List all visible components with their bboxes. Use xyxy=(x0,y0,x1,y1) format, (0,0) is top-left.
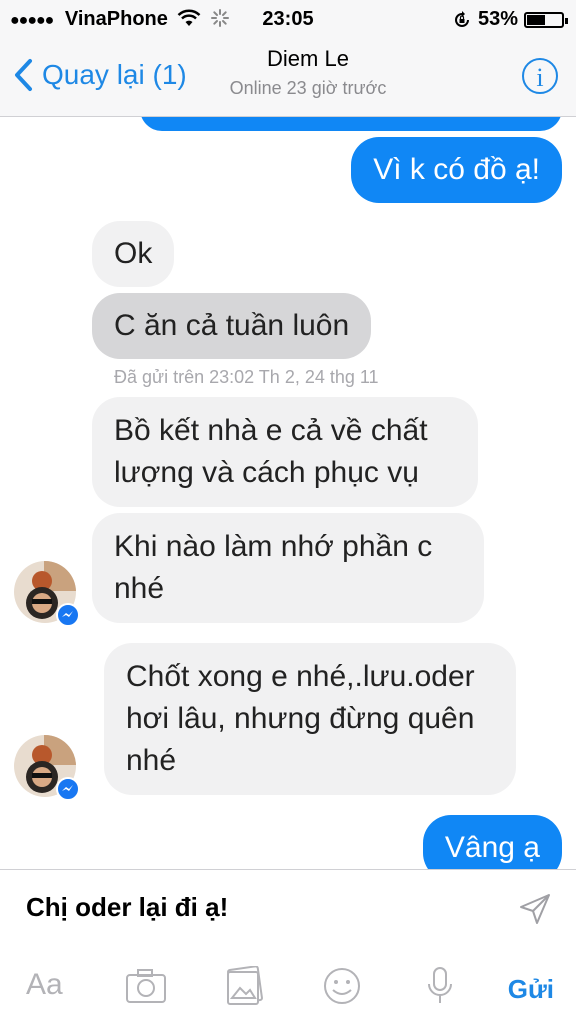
camera-icon[interactable] xyxy=(124,966,168,1006)
message-bubble-in[interactable]: Ok xyxy=(92,221,175,287)
send-arrow-icon[interactable] xyxy=(518,892,552,926)
battery-tip xyxy=(565,17,568,24)
presence-status: Online 23 giờ trước xyxy=(229,78,387,98)
back-label: Quay lại (1) xyxy=(42,59,187,90)
message-list[interactable]: Vì k có đồ ạ! Ok C ăn cả tuần luôn Đã gử… xyxy=(0,117,576,869)
status-bar: ●●●●● VinaPhone 23:05 53% xyxy=(0,0,576,38)
message-text: Ok xyxy=(114,237,153,270)
back-button[interactable]: Quay lại (1) xyxy=(12,58,187,92)
text-format-button[interactable]: Aa xyxy=(26,968,63,1002)
back-chevron-icon xyxy=(15,59,32,91)
message-timestamp: Đã gửi trên 23:02 Th 2, 24 thg 11 xyxy=(114,367,379,387)
battery-fill xyxy=(527,14,545,25)
message-bubble-in-selected[interactable]: C ăn cả tuần luôn xyxy=(92,293,372,359)
info-icon[interactable]: i xyxy=(522,58,558,94)
message-bubble-partial xyxy=(140,117,562,131)
nav-bar: Quay lại (1) Diem Le Online 23 giờ trước… xyxy=(0,38,576,117)
battery-icon xyxy=(524,11,568,28)
message-text: Bồ kết nhà e cả về chất lượng và cách ph… xyxy=(114,414,428,489)
status-right: 53% xyxy=(452,8,568,31)
message-text: Chốt xong e nhé,.lưu.oder hơi lâu, nhưng… xyxy=(126,660,475,777)
rotation-lock-icon xyxy=(455,10,469,27)
message-text: Khi nào làm nhớ phần c nhé xyxy=(114,530,433,605)
composer-toolbar: Aa xyxy=(0,960,576,1020)
message-input[interactable]: Chị oder lại đi ạ! xyxy=(26,892,228,923)
microphone-icon[interactable] xyxy=(418,966,462,1006)
message-bubble-in[interactable]: Chốt xong e nhé,.lưu.oder hơi lâu, nhưng… xyxy=(104,643,516,795)
message-bubble-out[interactable]: Vâng ạ xyxy=(422,815,562,869)
messenger-badge-icon xyxy=(56,777,80,801)
message-text: Vì k có đồ ạ! xyxy=(373,153,540,186)
photo-icon[interactable] xyxy=(222,966,266,1006)
message-text: C ăn cả tuần luôn xyxy=(114,309,350,342)
message-bubble-in[interactable]: Khi nào làm nhớ phần c nhé xyxy=(92,513,484,623)
battery-percent: 53% xyxy=(477,8,518,30)
emoji-icon[interactable] xyxy=(320,966,364,1006)
messenger-badge-icon xyxy=(56,603,80,627)
message-bubble-in[interactable]: Bồ kết nhà e cả về chất lượng và cách ph… xyxy=(92,397,478,507)
contact-name[interactable]: Diem Le xyxy=(190,46,426,72)
message-text: Vâng ạ xyxy=(444,831,540,864)
send-button[interactable]: Gửi xyxy=(508,974,554,1005)
composer: Chị oder lại đi ạ! Aa Gửi xyxy=(0,869,576,1025)
message-bubble-out[interactable]: Vì k có đồ ạ! xyxy=(351,137,562,203)
